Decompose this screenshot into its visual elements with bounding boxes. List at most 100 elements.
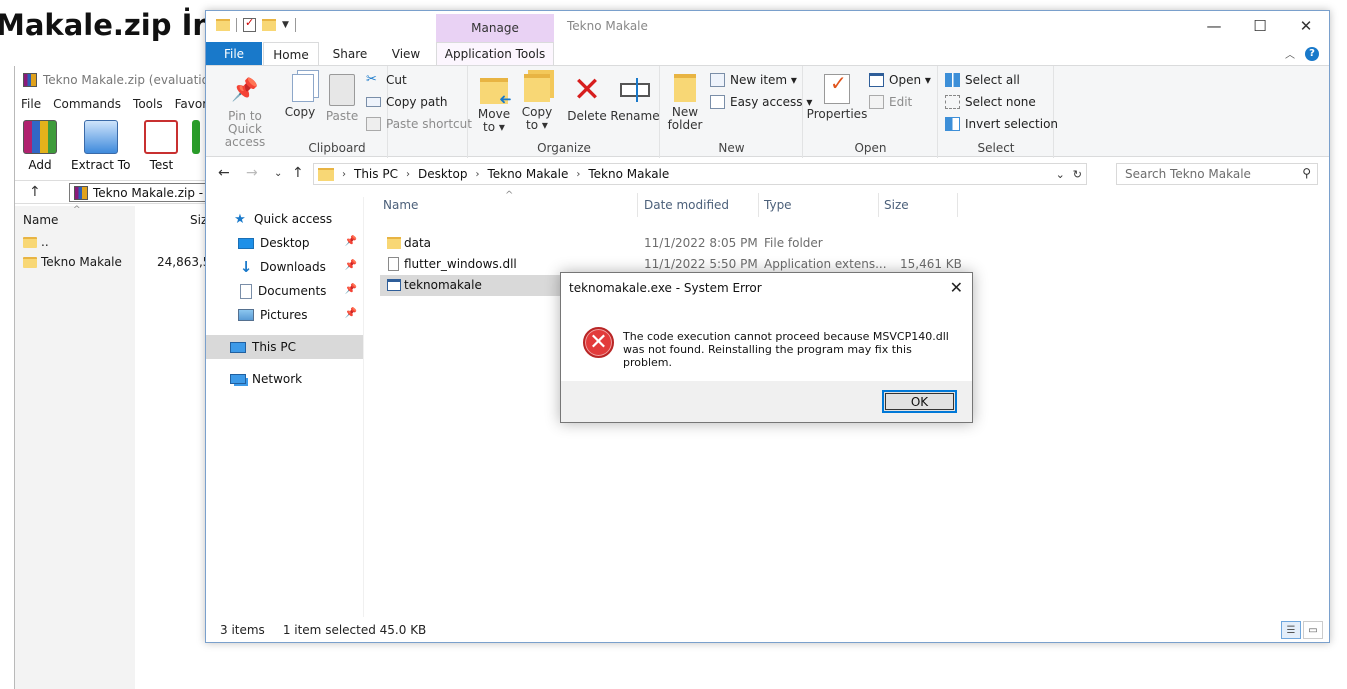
winrar-menu-commands[interactable]: Commands [53, 97, 121, 111]
invert-selection-button[interactable]: Invert selection [945, 117, 1058, 131]
address-bar-row: ← → ⌄ ↑ › This PC › Desktop › Tekno Maka… [206, 157, 1329, 191]
winrar-menu-file[interactable]: File [21, 97, 41, 111]
customize-qat-icon[interactable]: ▼ [282, 20, 289, 30]
breadcrumb-this-pc[interactable]: This PC [354, 167, 398, 181]
paste-button[interactable]: Paste [326, 74, 358, 123]
folder-icon [23, 256, 37, 268]
select-all-label: Select all [965, 73, 1020, 87]
dialog-close-button[interactable]: ✕ [950, 278, 963, 297]
winrar-extract-button[interactable]: Extract To [71, 120, 130, 172]
dialog-message: The code execution cannot proceed becaus… [623, 330, 958, 369]
tab-view[interactable]: View [384, 42, 428, 65]
nav-item-this-pc[interactable]: This PC [206, 335, 363, 359]
breadcrumb-tekno-makale-current[interactable]: Tekno Makale [588, 167, 669, 181]
rename-button[interactable]: Rename [610, 74, 660, 123]
tab-file[interactable]: File [206, 42, 262, 65]
new-folder-icon[interactable] [262, 19, 276, 31]
edit-button[interactable]: Edit [869, 95, 912, 109]
file-type: Application extens... [764, 257, 887, 271]
nav-item-documents[interactable]: Documents 📌 [206, 279, 363, 303]
column-divider[interactable] [878, 193, 879, 217]
breadcrumb-desktop[interactable]: Desktop [418, 167, 468, 181]
copy-button[interactable]: Copy [284, 74, 316, 119]
nav-item-downloads[interactable]: ↓ Downloads 📌 [206, 255, 363, 279]
pin-to-quick-access-button[interactable]: 📌 Pin to Quick access [213, 74, 277, 149]
copy-to-button[interactable]: Copy to ▾ [519, 74, 555, 132]
nav-item-quick-access[interactable]: ★ Quick access [206, 207, 363, 231]
winrar-col-name[interactable]: Name [23, 213, 58, 227]
winrar-next-tool-button[interactable] [192, 120, 201, 172]
column-divider[interactable] [637, 193, 638, 217]
new-folder-button[interactable]: New folder [667, 74, 703, 132]
address-dropdown-icon[interactable]: ⌄ [1056, 168, 1065, 181]
easy-access-button[interactable]: Easy access ▾ [710, 95, 812, 109]
collapse-ribbon-icon[interactable]: ︿ [1285, 46, 1295, 61]
move-to-button[interactable]: Move to ▾ [476, 74, 512, 134]
select-none-button[interactable]: Select none [945, 95, 1036, 109]
properties-icon[interactable] [243, 16, 256, 32]
open-button[interactable]: Open ▾ [869, 73, 931, 87]
tab-application-tools[interactable]: Application Tools [436, 42, 554, 65]
tab-home[interactable]: Home [263, 42, 319, 66]
details-view-icon[interactable]: ☰ [1281, 621, 1301, 639]
winrar-titlebar: Tekno Makale.zip (evaluation c [23, 72, 227, 88]
maximize-button[interactable]: ☐ [1237, 11, 1283, 41]
winrar-test-button[interactable]: Test [144, 120, 179, 172]
file-date: 11/1/2022 5:50 PM [644, 257, 758, 271]
winrar-add-label: Add [28, 158, 52, 172]
column-divider[interactable] [957, 193, 958, 217]
column-header-date[interactable]: Date modified [644, 198, 729, 212]
new-item-button[interactable]: New item ▾ [710, 73, 797, 87]
column-header-size[interactable]: Size [884, 198, 909, 212]
exe-icon [387, 279, 401, 291]
dialog-titlebar: teknomakale.exe - System Error ✕ [561, 273, 972, 303]
pin-icon[interactable]: 📌 [345, 236, 357, 247]
new-folder-icon [674, 74, 696, 102]
minimize-button[interactable]: — [1191, 11, 1237, 41]
manage-context-tab[interactable]: Manage [436, 14, 554, 42]
nav-item-network[interactable]: Network [206, 367, 363, 391]
winrar-row-name: .. [41, 235, 49, 249]
breadcrumb-separator-icon: › [576, 168, 581, 180]
refresh-icon[interactable]: ↻ [1073, 168, 1082, 181]
nav-item-desktop[interactable]: Desktop 📌 [206, 231, 363, 255]
help-icon[interactable]: ? [1305, 46, 1319, 61]
breadcrumb-tekno-makale[interactable]: Tekno Makale [487, 167, 568, 181]
ok-button[interactable]: OK [882, 390, 957, 413]
winrar-row-tekno-makale[interactable]: Tekno Makale [23, 255, 122, 269]
tab-share[interactable]: Share [327, 42, 373, 65]
move-to-icon [480, 78, 508, 104]
file-row-data[interactable]: data 11/1/2022 8:05 PM File folder [380, 233, 953, 254]
back-arrow-icon[interactable]: ← [218, 165, 230, 181]
large-icons-view-icon[interactable]: ▭ [1303, 621, 1323, 639]
column-divider[interactable] [758, 193, 759, 217]
winrar-menu-tools[interactable]: Tools [133, 97, 163, 111]
forward-arrow-icon[interactable]: → [246, 165, 258, 181]
delete-button[interactable]: ✕ Delete [567, 73, 607, 123]
status-selection: 1 item selected 45.0 KB [282, 623, 427, 637]
winrar-toolbar: Add Extract To Test [23, 120, 201, 172]
select-all-button[interactable]: Select all [945, 73, 1020, 87]
pictures-icon [238, 309, 254, 321]
up-arrow-icon[interactable]: ↑ [29, 184, 41, 200]
address-field[interactable]: › This PC › Desktop › Tekno Makale › Tek… [313, 163, 1087, 185]
search-input[interactable]: Search Tekno Makale ⚲ [1116, 163, 1318, 185]
folder-icon [216, 19, 230, 31]
winrar-add-button[interactable]: Add [23, 120, 57, 172]
nav-item-pictures[interactable]: Pictures 📌 [206, 303, 363, 327]
properties-button[interactable]: Properties [807, 74, 867, 121]
window-title: Tekno Makale [567, 19, 648, 33]
up-arrow-icon[interactable]: ↑ [292, 165, 304, 181]
recent-locations-icon[interactable]: ⌄ [274, 168, 282, 179]
pin-icon[interactable]: 📌 [345, 284, 357, 295]
column-header-type[interactable]: Type [764, 198, 792, 212]
pin-icon[interactable]: 📌 [345, 260, 357, 271]
winrar-row-parent[interactable]: .. [23, 235, 49, 249]
view-toggle: ☰ ▭ [1281, 621, 1323, 639]
open-label: Open ▾ [889, 73, 931, 87]
column-header-name[interactable]: Name [383, 198, 418, 212]
pin-icon[interactable]: 📌 [345, 308, 357, 319]
documents-icon [240, 283, 252, 299]
file-name: flutter_windows.dll [404, 257, 517, 271]
close-button[interactable]: ✕ [1283, 11, 1329, 41]
